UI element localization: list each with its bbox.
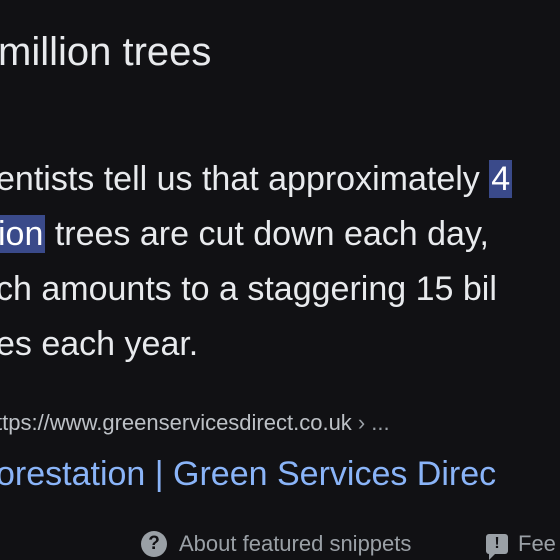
featured-snippet-panel: million trees entists tell us that appro… [0, 0, 560, 560]
source-url[interactable]: ttps://www.greenservicesdirect.co.uk › ..… [0, 408, 390, 438]
snippet-line-1-highlight: 4 [489, 160, 513, 198]
snippet-line-3: ch amounts to a staggering 15 bil [0, 267, 497, 311]
about-featured-snippets-label: About featured snippets [179, 531, 412, 556]
source-url-text: ttps://www.greenservicesdirect.co.uk [0, 410, 352, 435]
snippet-line-4: es each year. [0, 322, 198, 366]
feedback-button[interactable]: ! Fee [486, 528, 556, 560]
snippet-line-1: entists tell us that approximately 4 [0, 157, 513, 201]
help-icon: ? [141, 531, 167, 557]
result-title-link[interactable]: orestation | Green Services Direc [0, 452, 496, 496]
snippet-line-3-text: ch amounts to a staggering 15 bil [0, 270, 497, 308]
snippet-line-2-text: trees are cut down each day, [45, 215, 489, 253]
feedback-icon: ! [486, 534, 508, 560]
snippet-line-1-text: entists tell us that approximately [0, 160, 490, 198]
breadcrumb-separator: › ... [357, 410, 390, 435]
snippet-footer: ? About featured snippets ! Fee [0, 528, 560, 560]
snippet-headline: million trees [0, 30, 212, 74]
feedback-label: Fee [518, 531, 556, 556]
snippet-line-2: ion trees are cut down each day, [0, 212, 489, 256]
snippet-line-2-highlight: ion [0, 215, 46, 253]
about-featured-snippets-button[interactable]: ? About featured snippets [141, 528, 411, 560]
snippet-line-4-text: es each year. [0, 325, 199, 363]
